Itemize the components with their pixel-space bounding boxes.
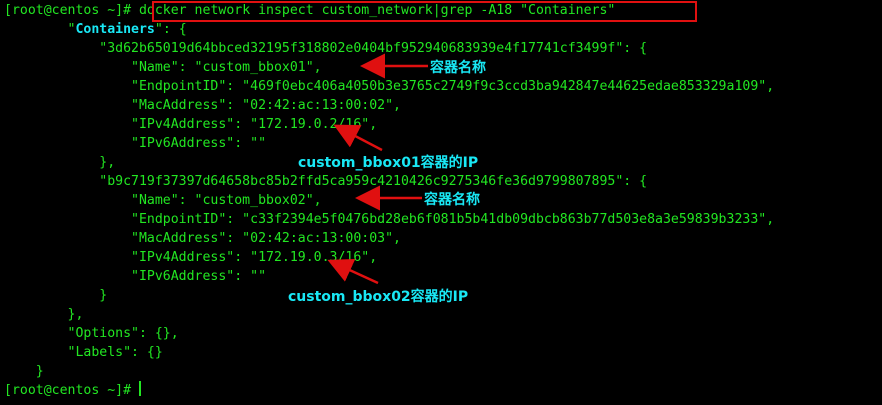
arrow-ip-2 bbox=[327, 258, 379, 285]
annotation-arrows bbox=[327, 53, 428, 285]
arrow-ip-1 bbox=[333, 124, 383, 152]
terminal-window[interactable]: [root@centos ~]# docker network inspect … bbox=[0, 0, 882, 405]
